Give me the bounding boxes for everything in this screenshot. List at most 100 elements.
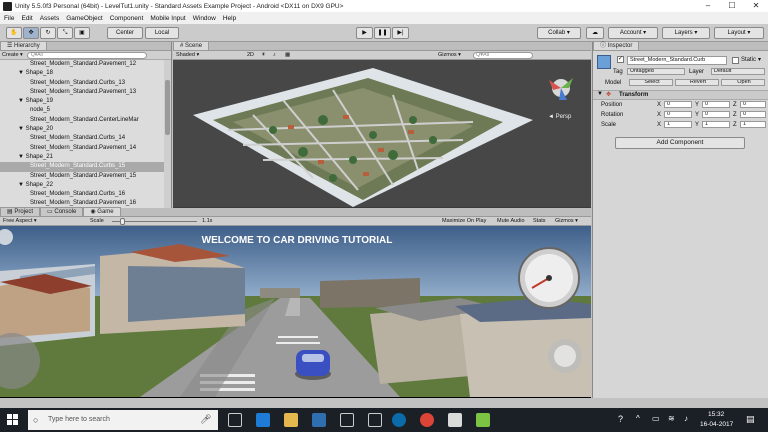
menu-assets[interactable]: Assets [40, 15, 60, 22]
add-component-button[interactable]: Add Component [615, 137, 745, 149]
position-y-field[interactable]: 0 [702, 101, 730, 108]
rect-tool-icon[interactable]: ▣ [74, 27, 90, 39]
pause-icon[interactable]: ❚❚ [374, 27, 391, 39]
static-dropdown-icon[interactable]: ▾ [758, 56, 761, 63]
hierarchy-item[interactable]: Street_Modern_Standard.Pavement_15 [0, 172, 171, 181]
rotation-z-field[interactable]: 0 [740, 111, 766, 118]
menu-component[interactable]: Component [110, 15, 144, 22]
clock-time[interactable]: 15:32 [708, 411, 724, 418]
hp-icon[interactable] [392, 413, 406, 427]
rotation-x-field[interactable]: 0 [664, 111, 692, 118]
hierarchy-item[interactable]: Street_Modern_Standard.Curbs_14 [0, 134, 171, 143]
stats-toggle[interactable]: Stats [533, 218, 546, 224]
audio-icon[interactable]: ♪ [273, 52, 276, 58]
hierarchy-item[interactable]: node_5 [0, 106, 171, 115]
hierarchy-item[interactable]: Street_Modern_Standard.Pavement_13 [0, 88, 171, 97]
pivot-local-button[interactable]: Local [145, 27, 179, 39]
file-explorer-icon[interactable] [284, 413, 298, 427]
game-viewport[interactable]: WELCOME TO CAR DRIVING TUTORIAL [0, 226, 591, 397]
hierarchy-item[interactable]: Street_Modern_Standard.Curbs_16 [0, 190, 171, 199]
play-icon[interactable]: ▶ [356, 27, 373, 39]
layout-dropdown[interactable]: Layout ▾ [714, 27, 764, 39]
active-checkbox[interactable]: ✓ [617, 56, 624, 63]
edge-browser-icon[interactable] [256, 413, 270, 427]
clock-date[interactable]: 16-04-2017 [700, 421, 733, 428]
hierarchy-item[interactable]: ▼ Shape_22 [0, 181, 171, 190]
model-select-button[interactable]: Select [629, 79, 673, 86]
object-name-field[interactable]: Street_Modern_Standard.Curb [627, 56, 727, 65]
cloud-icon[interactable]: ☁ [586, 27, 604, 39]
shading-mode-dropdown[interactable]: Shaded ▾ [176, 52, 199, 58]
layers-dropdown[interactable]: Layers ▾ [662, 27, 710, 39]
tab-console[interactable]: ▭ Console [40, 207, 84, 216]
store-icon[interactable] [312, 413, 326, 427]
position-x-field[interactable]: 0 [664, 101, 692, 108]
account-dropdown[interactable]: Account ▾ [608, 27, 658, 39]
scale-y-field[interactable]: 1 [702, 121, 730, 128]
mail-icon[interactable] [340, 413, 354, 427]
help-icon[interactable]: ? [618, 414, 623, 424]
menu-file[interactable]: File [4, 15, 14, 22]
media-icon[interactable] [368, 413, 382, 427]
2d-toggle[interactable]: 2D [247, 52, 254, 58]
scale-slider-thumb[interactable] [120, 218, 125, 225]
pivot-center-button[interactable]: Center [107, 27, 143, 39]
hierarchy-item[interactable]: ▼ Shape_19 [0, 97, 171, 106]
layer-dropdown[interactable]: Default [711, 68, 765, 75]
rotate-tool-icon[interactable]: ↻ [40, 27, 56, 39]
hierarchy-item[interactable]: ▼ Shape_20 [0, 125, 171, 134]
menu-edit[interactable]: Edit [21, 15, 32, 22]
battery-icon[interactable]: ▭ [652, 414, 660, 423]
tab-inspector[interactable]: ⓘ Inspector [593, 41, 640, 50]
hierarchy-item[interactable]: Street_Modern_Standard.Curbs_13 [0, 79, 171, 88]
volume-icon[interactable]: ♪ [684, 414, 688, 423]
hierarchy-scrollbar[interactable] [164, 60, 171, 208]
tab-game[interactable]: ◉ Game [83, 207, 121, 216]
static-checkbox[interactable] [732, 57, 739, 64]
collab-button[interactable]: Collab ▾ [537, 27, 581, 39]
tab-scene[interactable]: # Scene [173, 41, 210, 50]
menu-window[interactable]: Window [193, 15, 216, 22]
menu-gameobject[interactable]: GameObject [66, 15, 103, 22]
model-open-button[interactable]: Open [721, 79, 765, 86]
tag-dropdown[interactable]: Untagged [627, 68, 685, 75]
scene-search-input[interactable]: Q▾All [473, 52, 533, 59]
model-revert-button[interactable]: Revert [675, 79, 719, 86]
lighting-icon[interactable]: ☀ [261, 52, 266, 58]
hand-tool-icon[interactable]: ✋ [6, 27, 22, 39]
windows-start-icon[interactable] [7, 414, 19, 426]
mute-audio-toggle[interactable]: Mute Audio [497, 218, 525, 224]
scrollbar-thumb[interactable] [165, 80, 170, 135]
position-z-field[interactable]: 0 [740, 101, 766, 108]
hierarchy-item[interactable]: Street_Modern_Standard.CenterLineMar [0, 116, 171, 125]
step-icon[interactable]: ▶| [392, 27, 409, 39]
hierarchy-item-selected[interactable]: Street_Modern_Standard.Curbs_15 [0, 162, 171, 172]
hierarchy-item[interactable]: ▼ Shape_21 [0, 153, 171, 162]
scale-z-field[interactable]: 1 [740, 121, 766, 128]
hierarchy-item[interactable]: Street_Modern_Standard.Pavement_12 [0, 60, 171, 69]
scene-gizmos-dropdown[interactable]: Gizmos ▾ [438, 52, 461, 58]
scale-x-field[interactable]: 1 [664, 121, 692, 128]
tray-arrow-icon[interactable]: ^ [636, 414, 640, 423]
transform-fold-icon[interactable]: ▼ [597, 91, 603, 97]
unity-taskbar-icon[interactable] [448, 413, 462, 427]
menu-help[interactable]: Help [223, 15, 236, 22]
maximize-icon[interactable]: ☐ [720, 0, 744, 12]
menu-mobile-input[interactable]: Mobile Input [150, 15, 185, 22]
scale-tool-icon[interactable]: ⤡ [57, 27, 73, 39]
task-view-icon[interactable] [228, 413, 242, 427]
close-icon[interactable]: ✕ [744, 0, 768, 12]
microphone-icon[interactable]: 🎤︎ [200, 414, 211, 425]
tab-project[interactable]: ▤ Project [0, 207, 41, 216]
game-gizmos-dropdown[interactable]: Gizmos ▾ [555, 218, 578, 224]
chrome-icon[interactable] [420, 413, 434, 427]
app-icon[interactable] [476, 413, 490, 427]
rotation-y-field[interactable]: 0 [702, 111, 730, 118]
scene-viewport[interactable]: ◄ Persp [173, 60, 591, 207]
create-dropdown[interactable]: Create ▾ [2, 52, 23, 58]
aspect-dropdown[interactable]: Free Aspect ▾ [3, 218, 37, 224]
hierarchy-item[interactable]: Street_Modern_Standard.Pavement_14 [0, 144, 171, 153]
tab-hierarchy[interactable]: ☰ Hierarchy [0, 41, 47, 50]
effects-icon[interactable]: ▦ [285, 52, 290, 58]
taskbar-search-input[interactable]: Type here to search [28, 410, 218, 430]
